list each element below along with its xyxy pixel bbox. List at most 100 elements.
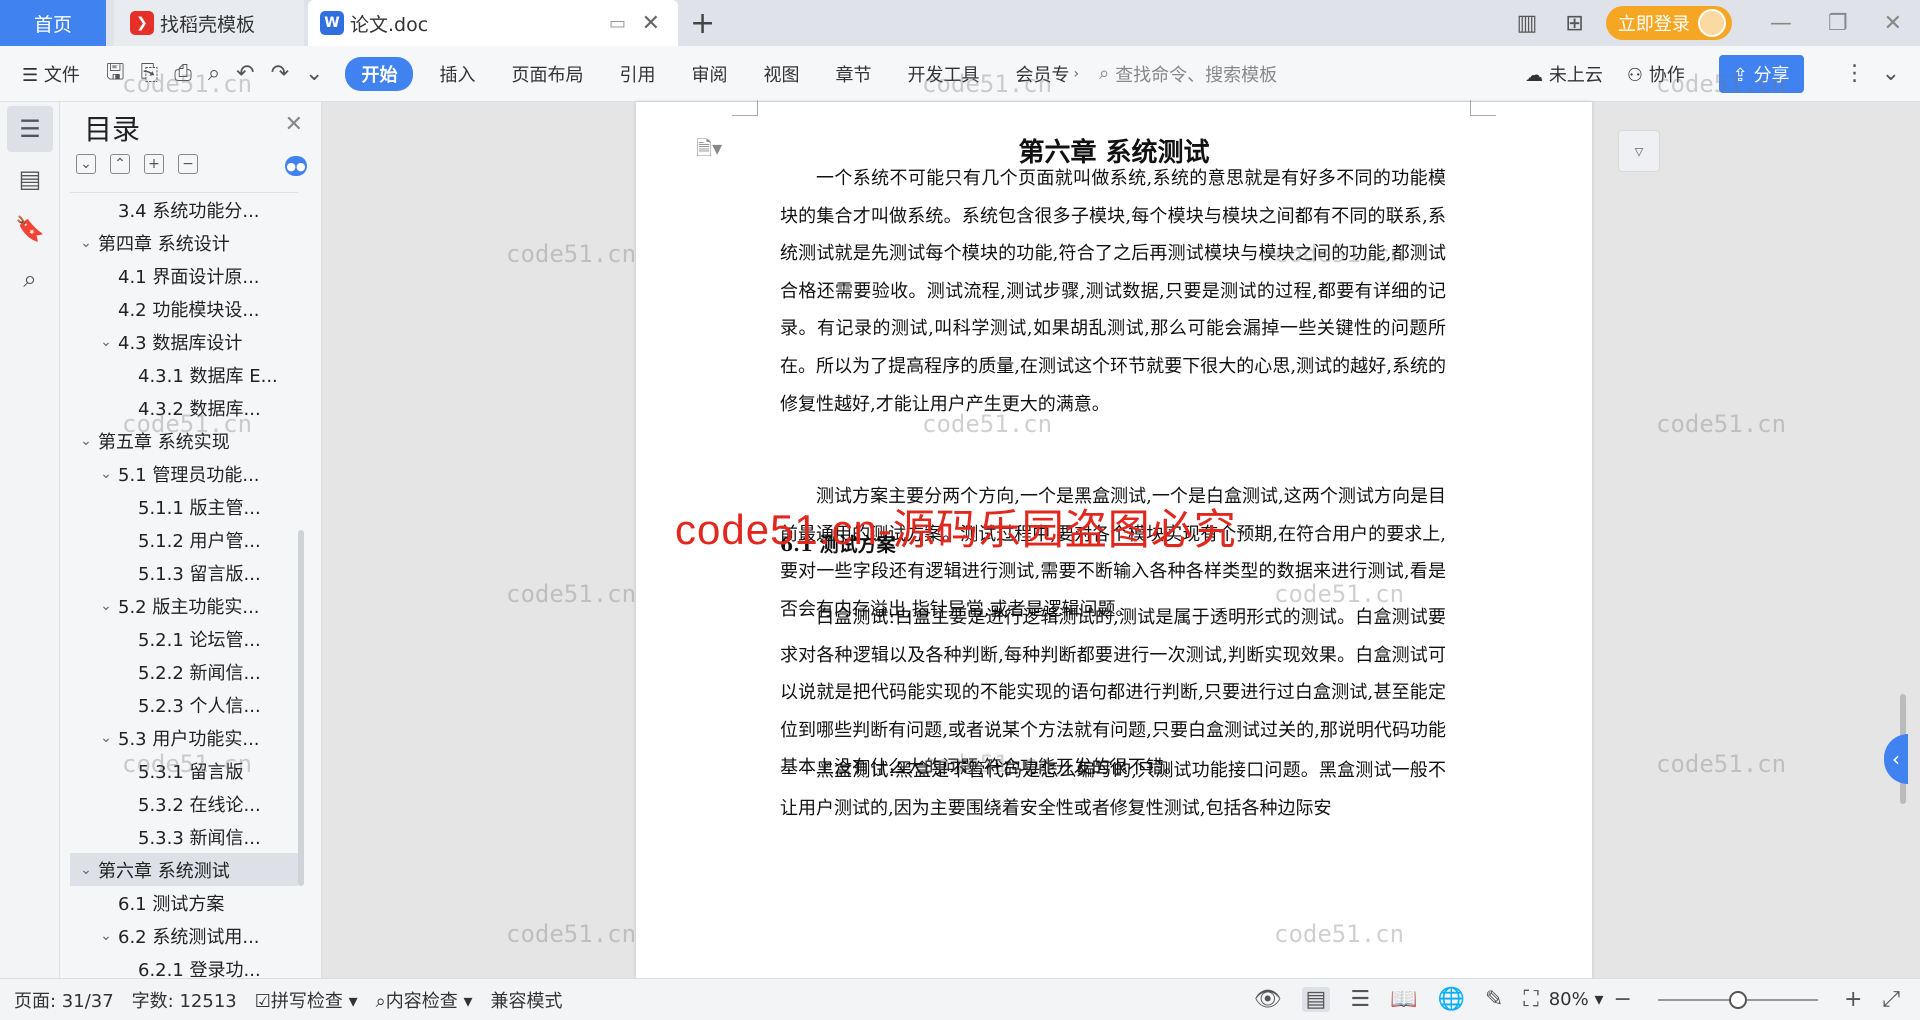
minimize-icon[interactable]: — — [1770, 11, 1792, 36]
content-check-button[interactable]: ⌕内容检查 ▾ — [376, 987, 473, 1013]
toc-item-label: 6.1 测试方案 — [118, 893, 225, 915]
page-indicator[interactable]: 页面: 31/37 — [14, 987, 114, 1013]
toc-item[interactable]: 5.2.1 论坛管... — [70, 622, 298, 655]
chapter-nav-icon[interactable]: ▤ — [7, 156, 53, 202]
print-icon[interactable]: ⎙ — [174, 61, 192, 86]
chevron-down-icon[interactable]: ⌄ — [94, 334, 118, 350]
add-heading-icon[interactable]: + — [144, 154, 164, 174]
redo-icon[interactable]: ↷ — [271, 61, 289, 86]
ai-assistant-icon[interactable]: ●● — [285, 156, 307, 176]
eye-protection-icon[interactable]: 👁 — [1254, 987, 1282, 1012]
toc-item[interactable]: 6.1 测试方案 — [70, 886, 298, 919]
close-icon[interactable]: ✕ — [285, 112, 303, 137]
toc-item[interactable]: ⌄ 6.2 系统测试用... — [70, 919, 298, 952]
tab-document[interactable]: W 论文.doc ▭ ✕ — [308, 0, 678, 46]
find-icon[interactable]: ⌕ — [7, 256, 53, 302]
fullscreen-icon[interactable]: ⤢ — [1882, 987, 1900, 1012]
chevron-down-icon[interactable]: ⌄ — [74, 433, 98, 449]
web-view-icon[interactable]: 🌐 — [1437, 987, 1464, 1012]
toc-item[interactable]: ⌄ 第六章 系统测试 — [70, 853, 298, 886]
tab-review[interactable]: 审阅 — [691, 61, 727, 87]
more-options-icon[interactable]: ⋮ — [1844, 61, 1866, 86]
chevron-down-icon[interactable]: ⌄ — [94, 928, 118, 944]
tab-page-layout[interactable]: 页面布局 — [511, 61, 583, 87]
toc-item[interactable]: 5.1.3 留言版... — [70, 556, 298, 589]
tab-developer[interactable]: 开发工具 — [907, 61, 979, 87]
toc-item[interactable]: 5.3.3 新闻信... — [70, 820, 298, 853]
zoom-out-icon[interactable]: − — [1614, 987, 1632, 1012]
toc-item[interactable]: 5.3.1 留言版 — [70, 754, 298, 787]
spell-check-button[interactable]: ☑拼写检查 ▾ — [255, 987, 358, 1013]
side-panel-toggle-icon[interactable]: ▿ — [1618, 130, 1660, 172]
toc-item[interactable]: 5.1.1 版主管... — [70, 490, 298, 523]
collapse-all-icon[interactable]: ⌃ — [110, 154, 130, 174]
print-preview-icon[interactable]: ⌕ — [208, 61, 220, 86]
close-window-icon[interactable]: ✕ — [1884, 11, 1902, 36]
toc-item[interactable]: 4.3.2 数据库... — [70, 391, 298, 424]
page-view-icon[interactable]: ▤ — [1301, 987, 1331, 1012]
collapse-ribbon-icon[interactable]: ⌄ — [1882, 61, 1900, 86]
command-search[interactable]: ⌕ 查找命令、搜索模板 — [1099, 61, 1277, 87]
save-as-icon[interactable]: ⎘ — [141, 61, 159, 86]
expand-all-icon[interactable]: ⌄ — [76, 154, 96, 174]
chevron-down-icon[interactable]: ⌄ — [94, 466, 118, 482]
close-tab-icon[interactable]: ✕ — [642, 11, 660, 36]
bookmark-icon[interactable]: 🔖 — [7, 206, 53, 252]
toc-item[interactable]: 4.1 界面设计原... — [70, 259, 298, 292]
tab-view[interactable]: 视图 — [763, 61, 799, 87]
zoom-level[interactable]: 80% ▾ — [1549, 989, 1604, 1010]
toc-item[interactable]: ⌄ 5.3 用户功能实... — [70, 721, 298, 754]
word-count[interactable]: 字数: 12513 — [132, 987, 237, 1013]
tab-insert[interactable]: 插入 — [439, 61, 475, 87]
chevron-down-icon[interactable]: ⌄ — [74, 235, 98, 251]
more-tabs-icon[interactable]: › — [1073, 66, 1079, 82]
tab-chapter[interactable]: 章节 — [835, 61, 871, 87]
remove-heading-icon[interactable]: − — [178, 154, 198, 174]
toc-item[interactable]: ⌄ 第四章 系统设计 — [70, 226, 298, 259]
tab-member[interactable]: 会员专 — [1015, 61, 1069, 87]
login-button[interactable]: 立即登录 — [1605, 6, 1732, 40]
float-window-icon[interactable]: ▭ — [609, 13, 626, 34]
zoom-in-icon[interactable]: + — [1844, 987, 1862, 1012]
fit-page-icon[interactable]: ⛶ — [1523, 987, 1538, 1012]
apps-grid-icon[interactable]: ⊞ — [1565, 11, 1583, 36]
toc-item[interactable]: 3.4 系统功能分... — [70, 193, 298, 226]
undo-icon[interactable]: ↶ — [236, 61, 254, 86]
zoom-slider-knob[interactable] — [1728, 990, 1747, 1009]
tab-home[interactable]: 首页 — [0, 0, 106, 46]
tab-daoke[interactable]: ❯ 找稻壳模板 — [114, 0, 304, 46]
layout-icon[interactable]: ▥ — [1517, 11, 1538, 36]
chevron-down-icon[interactable]: ⌄ — [94, 598, 118, 614]
toc-nav-icon[interactable]: ☰ — [7, 106, 53, 152]
toc-item[interactable]: ⌄ 5.1 管理员功能... — [70, 457, 298, 490]
tab-references[interactable]: 引用 — [619, 61, 655, 87]
reading-view-icon[interactable]: 📖 — [1390, 987, 1417, 1012]
toc-item[interactable]: 5.3.2 在线论... — [70, 787, 298, 820]
cloud-status[interactable]: ☁ 未上云 — [1525, 61, 1603, 87]
tab-start[interactable]: 开始 — [345, 56, 414, 91]
chevron-down-icon[interactable]: ⌄ — [94, 730, 118, 746]
restore-icon[interactable]: ❐ — [1828, 11, 1848, 36]
expand-sidebar-icon[interactable]: ‹ — [1884, 734, 1908, 784]
toc-item[interactable]: 5.2.3 个人信... — [70, 688, 298, 721]
spell-check-icon: ☑ — [254, 990, 271, 1012]
toc-item[interactable]: ⌄ 5.2 版主功能实... — [70, 589, 298, 622]
outline-view-icon[interactable]: ☰ — [1350, 987, 1370, 1012]
toc-item[interactable]: 5.1.2 用户管... — [70, 523, 298, 556]
zoom-slider[interactable] — [1657, 990, 1818, 1009]
collab-button[interactable]: ⚇ 协作 — [1627, 61, 1685, 87]
new-tab-button[interactable]: + — [690, 6, 715, 41]
toc-item[interactable]: ⌄ 第五章 系统实现 — [70, 424, 298, 457]
writing-mode-icon[interactable]: ✎ — [1485, 987, 1503, 1012]
chevron-down-icon[interactable]: ⌄ — [74, 862, 98, 878]
toc-item[interactable]: ⌄ 4.3 数据库设计 — [70, 325, 298, 358]
save-icon[interactable]: 🖫 — [106, 55, 125, 93]
customize-chevron-icon[interactable]: ⌄ — [305, 61, 323, 86]
toc-scrollbar[interactable] — [298, 530, 304, 886]
share-button[interactable]: ⇪ 分享 — [1718, 54, 1804, 93]
toc-item[interactable]: 6.2.1 登录功... — [70, 952, 298, 979]
toc-item[interactable]: 4.2 功能模块设... — [70, 292, 298, 325]
file-menu[interactable]: ☰ 文件 — [22, 61, 80, 87]
toc-item[interactable]: 5.2.2 新闻信... — [70, 655, 298, 688]
toc-item[interactable]: 4.3.1 数据库 E... — [70, 358, 298, 391]
